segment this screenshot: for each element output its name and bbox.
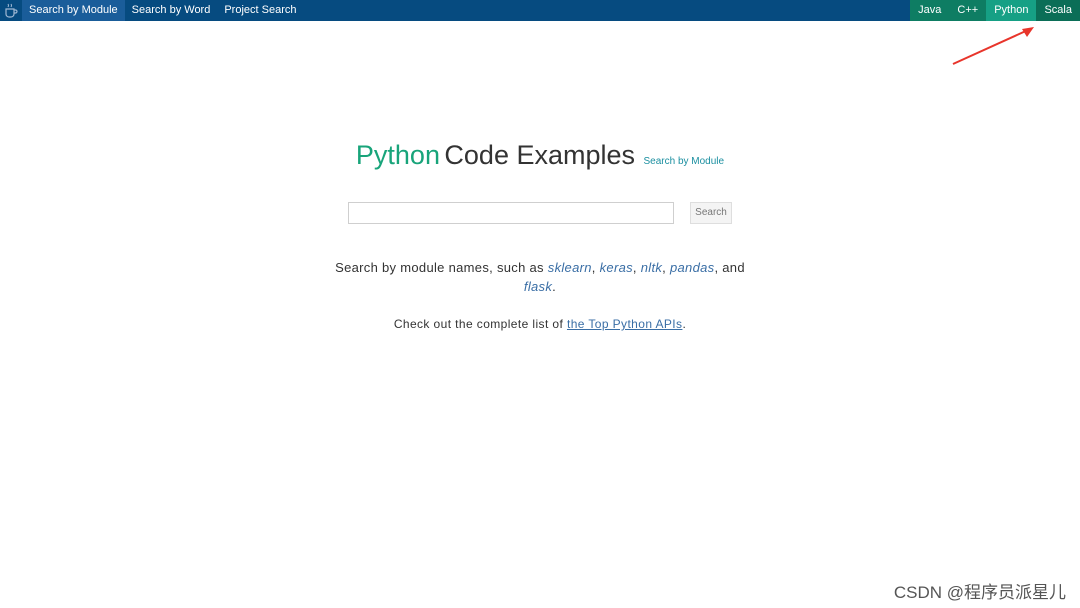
search-button[interactable]: Search [690,202,732,224]
title-language: Python [355,140,440,170]
lang-scala[interactable]: Scala [1036,0,1080,21]
csdn-watermark: CSDN @程序员派星儿 [893,583,1066,602]
desc-separator: , and [714,260,745,275]
module-link-nltk[interactable]: nltk [641,260,662,275]
module-link-pandas[interactable]: pandas [670,260,714,275]
module-description: Search by module names, such as sklearn,… [330,258,750,296]
page-title: Python Code Examples Search by Module [0,140,1080,171]
nav-search-by-word[interactable]: Search by Word [125,0,218,21]
module-link-keras[interactable]: keras [600,260,633,275]
toplist-prefix: Check out the complete list of [393,317,567,331]
desc-separator: , [591,260,600,275]
desc-suffix: . [552,279,557,294]
toplist-suffix: . [682,317,687,331]
desc-separator: , [662,260,670,275]
module-link-sklearn[interactable]: sklearn [548,260,592,275]
top-navbar: Search by Module Search by Word Project … [0,0,1080,21]
top-apis-line: Check out the complete list of the Top P… [0,317,1080,331]
lang-python[interactable]: Python [986,0,1037,21]
module-link-flask[interactable]: flask [524,279,552,294]
search-input[interactable] [348,202,674,224]
desc-separator: , [632,260,641,275]
desc-prefix: Search by module names, such as [335,260,548,275]
top-python-apis-link[interactable]: the Top Python APIs [567,317,682,331]
lang-java[interactable]: Java [910,0,950,21]
lang-cpp[interactable]: C++ [949,0,987,21]
nav-search-by-module[interactable]: Search by Module [22,0,125,21]
title-sub-link[interactable]: Search by Module [643,156,724,167]
site-logo-icon[interactable] [0,0,22,21]
nav-project-search[interactable]: Project Search [217,0,303,21]
title-text: Code Examples [444,140,636,170]
annotation-arrow-icon [952,27,1034,65]
